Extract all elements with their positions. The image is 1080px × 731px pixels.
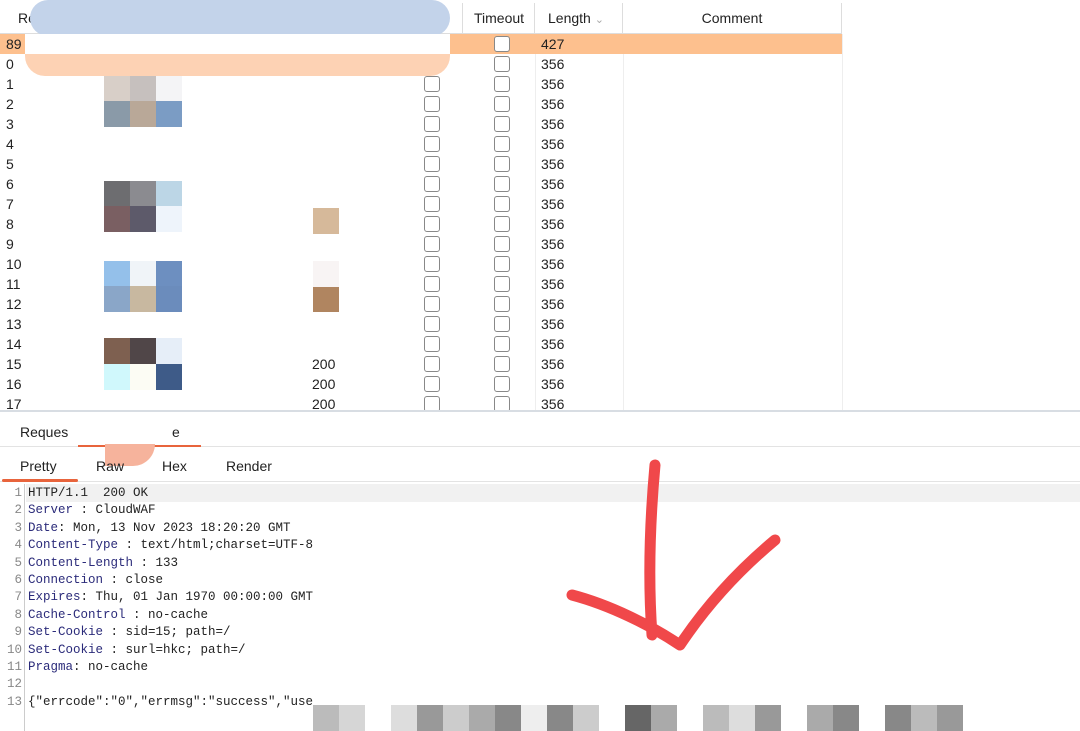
red-arrow-annotation	[566, 459, 781, 651]
